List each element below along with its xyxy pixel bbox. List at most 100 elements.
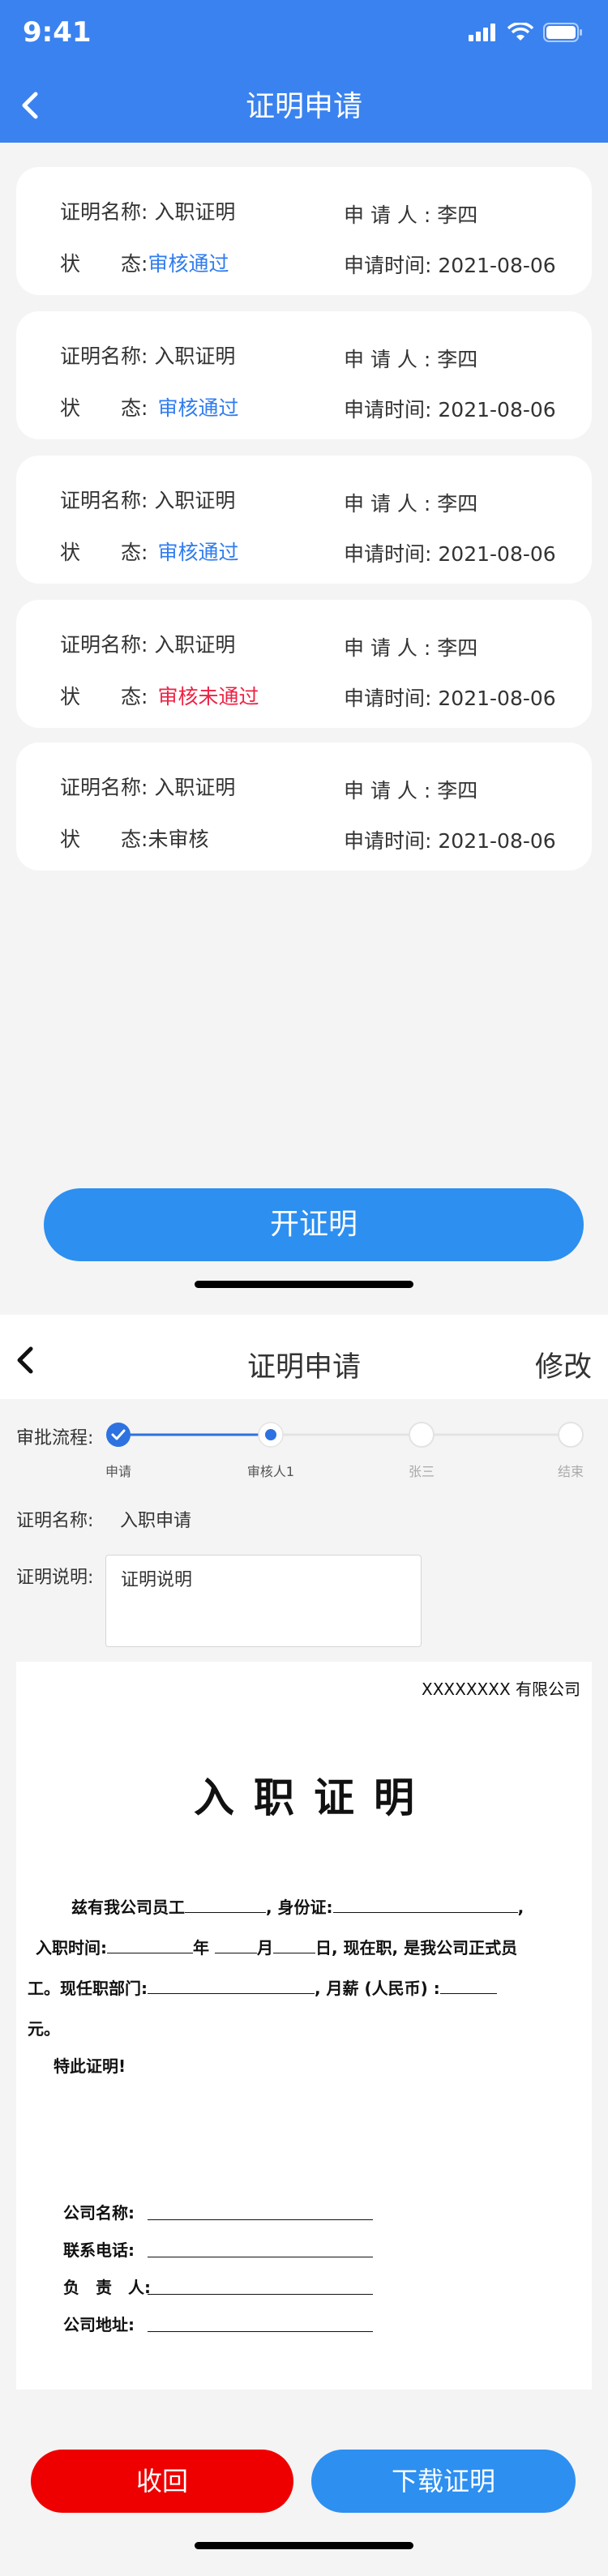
blank-line [148,1976,315,1994]
blank-line [332,1895,518,1913]
document-paragraph: 元。 [28,2019,60,2039]
certificate-document: XXXXXXXX 有限公司 入职证明 兹有我公司员工 , 身份证:, 入职时间: 年… [16,1662,592,2390]
doc-text: , 身份证: [266,1898,333,1917]
wifi-icon [507,23,533,41]
field-value: 入职证明 [154,200,236,224]
blank-line [185,1895,266,1913]
status-bar: 9:41 [0,0,608,68]
certificate-name: 证明名称: 入职证明 [60,772,235,801]
field-value: 李四 [437,348,478,371]
detail-screen: 证明申请 修改 审批流程: 申请 审核人1 张三 结束 证明名称: 入职申请 证… [0,1315,608,2576]
doc-text: 年 [193,1938,209,1958]
field-label: 证明名称: [60,489,148,512]
doc-text: , 月薪 (人民币) : [315,1979,440,1998]
signature-line [148,2219,373,2220]
blank-line [214,1936,257,1953]
field-value: 2021-08-06 [438,829,556,853]
status: 状 态: 审核通过 [60,537,238,566]
certificate-name: 证明名称: 入职证明 [60,340,235,370]
field-value: 入职证明 [154,776,236,799]
field-label: 证明名称: [60,344,148,368]
apply-time: 申请时间: 2021-08-06 [344,825,556,854]
step-label: 申请 [105,1464,131,1479]
step-label: 张三 [408,1464,435,1479]
doc-text: 工。现任职部门: [28,1979,148,1998]
applicant: 申 请 人 : 李四 [344,199,477,229]
field-value: 2021-08-06 [438,254,556,277]
status: 状 态:未审核 [60,824,208,853]
doc-text: 日, 现在职, 是我公司正式员 [315,1938,518,1958]
signature-label: 公司地址: [63,2315,135,2334]
blank-line [272,1936,315,1953]
certificate-desc-field[interactable]: 证明说明 [105,1555,422,1647]
field-label: 申请时间: [344,398,432,421]
step-label: 结束 [557,1464,584,1479]
certificate-name: 证明名称: 入职证明 [60,485,235,514]
edit-button[interactable]: 修改 [535,1344,592,1385]
document-title: 入职证明 [194,1774,434,1821]
signature-line [148,2294,373,2295]
field-value: 李四 [437,779,478,802]
signal-icon [469,24,495,41]
status-badge: 审核未通过 [157,685,259,708]
application-card[interactable]: 证明名称: 入职证明 申 请 人 : 李四状 态: 审核未通过 申请时间: 2021-… [16,600,592,728]
field-value: 2021-08-06 [438,687,556,710]
status-time: 9:41 [23,16,92,49]
application-card[interactable]: 证明名称: 入职证明 申 请 人 : 李四状 态:未审核 申请时间: 2021-08… [16,742,592,871]
signature-label: 负 责 人: [63,2278,151,2297]
page-title: 证明申请 [246,1351,361,1384]
blank-line [439,1976,497,1994]
field-value: 2021-08-06 [438,398,556,421]
status: 状 态: 审核未通过 [60,681,259,710]
withdraw-button[interactable]: 收回 [31,2450,293,2513]
home-indicator [195,2542,413,2549]
field-label: 申请时间: [344,542,432,566]
field-label: 申请时间: [344,687,432,710]
field-label: 申请时间: [344,254,432,277]
document-paragraph: 特此证明! [54,2056,126,2076]
field-label: 状 态: [60,396,148,420]
document-paragraph: 工。现任职部门: , 月薪 (人民币) : [28,1968,576,2009]
doc-text: 月 [256,1938,273,1958]
field-value: 入职证明 [154,489,236,512]
status: 状 态: 审核通过 [60,392,238,421]
field-label: 状 态: [60,252,148,276]
field-label: 状 态: [60,541,148,564]
list-screen: 9:41 证明申请 证明名称: 入职证明 申 请 人: 李四 状 态:审核通过… [0,0,608,1313]
download-certificate-button[interactable]: 下载证明 [311,2450,576,2513]
certificate-name: 证明名称: 入职证明 [60,196,235,225]
signature-label: 公司名称: [63,2203,135,2223]
field-value: 入职证明 [154,633,236,657]
status-badge: 审核通过 [157,541,239,564]
field-value: 李四 [437,203,478,227]
certificate-name-value: 入职申请 [120,1511,192,1531]
company-name: XXXXXXXX 有限公司 [422,1680,580,1699]
step-done-icon [106,1423,131,1447]
apply-time: 申请时间: 2021-08-06 [344,683,556,712]
field-value: 入职证明 [154,344,236,368]
certificate-desc-placeholder: 证明说明 [121,1570,193,1590]
application-card[interactable]: 证明名称: 入职证明 申 请 人 : 李四状 态: 审核通过 申请时间: 2021-0… [16,456,592,584]
status-icons [469,23,584,42]
header-bar: 9:41 证明申请 [0,0,608,143]
field-label: 证明名称: [60,200,148,224]
open-certificate-button[interactable]: 开证明 [44,1188,584,1261]
application-card[interactable]: 证明名称: 入职证明申 请 人 : 李四状 态:审核通过申请时间: 2021-0… [16,311,592,439]
home-indicator [195,1281,413,1288]
apply-time: 申请时间: 2021-08-06 [344,250,556,279]
status-badge: 未审核 [148,828,209,851]
step-current-icon [258,1422,284,1448]
field-label: 申 请 人 : [344,492,431,516]
signature-label: 联系电话: [63,2240,135,2260]
certificate-desc-label: 证明说明: [16,1568,94,1588]
field-value: 2021-08-06 [438,542,556,566]
status-badge: 审核通过 [148,252,229,276]
field-value: 李四 [437,636,478,660]
field-value: 李四 [437,492,478,516]
application-card[interactable]: 证明名称: 入职证明 申 请 人 : 李四状 态:审核通过 申请时间: 2021-0… [16,167,592,295]
blank-line [107,1936,193,1953]
approval-flow-steps [106,1422,584,1448]
signature-line [148,2331,373,2332]
applicant: 申 请 人 : 李四 [344,632,477,661]
certificate-name-label: 证明名称: [16,1511,94,1531]
